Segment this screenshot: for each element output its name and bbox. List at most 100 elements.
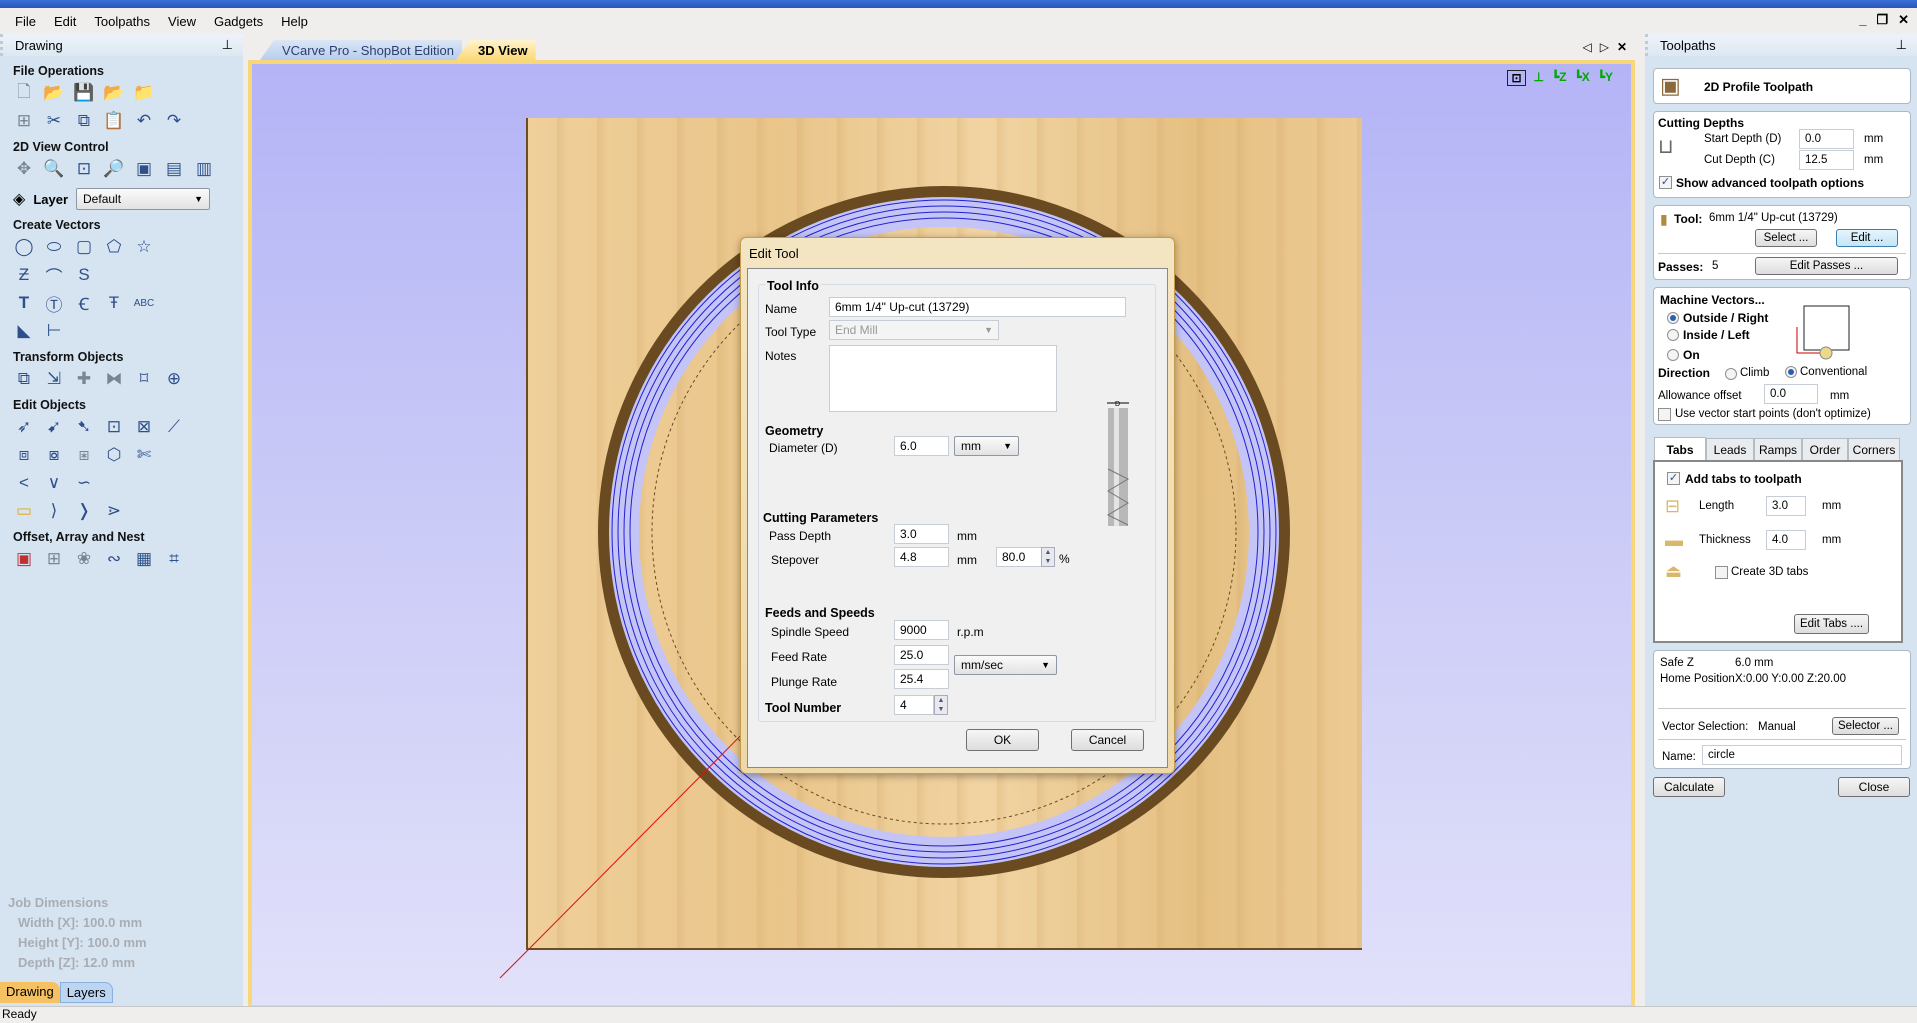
move-icon[interactable]: ⧉ <box>13 368 35 390</box>
toolpath-name-input[interactable]: circle <box>1702 745 1902 765</box>
cut-depth-input[interactable]: 12.5 <box>1799 150 1854 170</box>
use-start-points-checkbox[interactable] <box>1658 408 1671 421</box>
open-folder-icon[interactable]: 📂 <box>43 82 65 104</box>
pin-icon[interactable]: ⊥ <box>1896 37 1907 53</box>
view-2d-icon[interactable]: ▣ <box>133 158 155 180</box>
rectangle-icon[interactable]: ▢ <box>73 236 95 258</box>
rotate-icon[interactable]: ✚ <box>73 368 95 390</box>
save-icon[interactable]: 💾 <box>73 82 95 104</box>
diameter-units-select[interactable]: mm ▼ <box>954 436 1019 456</box>
curve-fit-icon[interactable]: ∽ <box>73 472 95 494</box>
scale-icon[interactable]: ⇲ <box>43 368 65 390</box>
circle-icon[interactable]: ◯ <box>13 236 35 258</box>
diameter-input[interactable]: 6.0 <box>894 436 949 456</box>
notes-textarea[interactable] <box>829 345 1057 412</box>
ok-button[interactable]: OK <box>966 729 1039 751</box>
job-setup-icon[interactable]: ⊞ <box>13 110 35 132</box>
tab-tabs[interactable]: Tabs <box>1654 437 1706 461</box>
stepover-percent-input[interactable]: 80.0 <box>996 547 1042 567</box>
trim-icon[interactable]: ✄ <box>133 444 155 466</box>
measure-icon[interactable]: ⟋ <box>163 416 185 438</box>
offset-icon[interactable]: ▣ <box>13 548 35 570</box>
tbone-icon[interactable]: ⋗ <box>103 500 125 522</box>
radio-outside-right[interactable] <box>1667 312 1679 324</box>
radio-inside-left[interactable] <box>1667 329 1679 341</box>
select-icon[interactable]: ➶ <box>13 416 35 438</box>
copy-along-vector-icon[interactable]: ∾ <box>103 548 125 570</box>
spin-up-icon[interactable]: ▲ <box>938 697 945 704</box>
edit-tool-button[interactable]: Edit ... <box>1836 229 1898 247</box>
circular-array-icon[interactable]: ❀ <box>73 548 95 570</box>
import-icon[interactable]: 📁 <box>133 82 155 104</box>
arc-text-icon[interactable]: ABC <box>133 292 155 314</box>
radio-climb[interactable] <box>1725 368 1737 380</box>
draw-dimension-icon[interactable]: ◣ <box>13 320 35 342</box>
tab-layers[interactable]: Layers <box>59 982 113 1003</box>
curve-icon[interactable]: S <box>73 264 95 286</box>
selector-button[interactable]: Selector ... <box>1832 717 1899 735</box>
prev-tab-icon[interactable]: ◁ <box>1582 40 1591 54</box>
text-icon[interactable]: T <box>13 292 35 314</box>
radio-conventional[interactable] <box>1785 366 1797 378</box>
join-icon[interactable]: ⬡ <box>103 444 125 466</box>
open-recent-icon[interactable]: 📂 <box>103 82 125 104</box>
nesting-icon[interactable]: ⌗ <box>163 548 185 570</box>
menu-gadgets[interactable]: Gadgets <box>205 14 272 29</box>
zoom-extents-icon[interactable]: ⊡ <box>73 158 95 180</box>
node-edit-icon[interactable]: ➹ <box>43 416 65 438</box>
tab-drawing[interactable]: Drawing <box>0 982 60 1003</box>
create-3d-tabs-checkbox[interactable] <box>1715 566 1728 579</box>
paste-icon[interactable]: 📋 <box>103 110 125 132</box>
tool-name-input[interactable]: 6mm 1/4" Up-cut (13729) <box>829 297 1126 317</box>
fillet-icon[interactable]: < <box>13 472 35 494</box>
tab-ramps[interactable]: Ramps <box>1754 438 1802 460</box>
zoom-box-icon[interactable]: 🔍 <box>43 158 65 180</box>
cut-icon[interactable]: ✂ <box>43 110 65 132</box>
ellipse-icon[interactable]: ⬭ <box>43 236 65 258</box>
text-box-icon[interactable]: Ⓣ <box>43 292 65 315</box>
block-copy-icon[interactable]: ▦ <box>133 548 155 570</box>
intersect-icon[interactable]: ⧆ <box>73 444 95 466</box>
subtract-icon[interactable]: ⧇ <box>43 444 65 466</box>
close-icon[interactable]: ✕ <box>1898 12 1909 28</box>
polyline-icon[interactable]: Ƶ <box>13 264 35 286</box>
stepover-input[interactable]: 4.8 <box>894 547 949 567</box>
pin-icon[interactable]: ⊥ <box>222 37 233 53</box>
tool-number-spinner[interactable]: ▲ ▼ <box>934 695 948 715</box>
spin-up-icon[interactable]: ▲ <box>1045 549 1052 556</box>
add-tabs-checkbox[interactable]: ✓ <box>1667 472 1680 485</box>
edit-tabs-button[interactable]: Edit Tabs .... <box>1794 614 1869 634</box>
text-on-curve-icon[interactable]: Ꞓ <box>73 292 95 314</box>
dogbone-icon[interactable]: ❭ <box>73 500 95 522</box>
pan-icon[interactable]: ✥ <box>13 158 35 180</box>
tab-order[interactable]: Order <box>1802 438 1848 460</box>
weld-icon[interactable]: ⧈ <box>13 444 35 466</box>
view-3d-icon[interactable]: ▥ <box>193 158 215 180</box>
stepover-percent-spinner[interactable]: ▲ ▼ <box>1041 547 1055 567</box>
minimize-icon[interactable]: _ <box>1859 12 1866 28</box>
pass-depth-input[interactable]: 3.0 <box>894 524 949 544</box>
menu-file[interactable]: File <box>6 14 45 29</box>
tool-number-input[interactable]: 4 <box>894 695 934 715</box>
corner-icon[interactable]: ⟩ <box>43 500 65 522</box>
tab-length-input[interactable]: 3.0 <box>1766 496 1806 516</box>
menu-toolpaths[interactable]: Toolpaths <box>85 14 159 29</box>
menu-edit[interactable]: Edit <box>45 14 85 29</box>
layer-select[interactable]: Default ▼ <box>76 188 211 210</box>
close-vectors-icon[interactable]: ▭ <box>13 500 35 522</box>
close-button[interactable]: Close <box>1838 777 1910 797</box>
feed-rate-input[interactable]: 25.0 <box>894 645 949 665</box>
smooth-icon[interactable]: ∨ <box>43 472 65 494</box>
distort-icon[interactable]: ⌑ <box>133 368 155 390</box>
show-advanced-checkbox[interactable]: ✓ <box>1659 176 1672 189</box>
tab-2d-view[interactable]: VCarve Pro - ShopBot Edition <box>260 40 462 60</box>
radio-on[interactable] <box>1667 349 1679 361</box>
redo-icon[interactable]: ↷ <box>163 110 185 132</box>
array-icon[interactable]: ⊞ <box>43 548 65 570</box>
group-icon[interactable]: ⊡ <box>103 416 125 438</box>
polygon-icon[interactable]: ⬠ <box>103 236 125 258</box>
star-icon[interactable]: ☆ <box>133 236 155 258</box>
auto-layout-text-icon[interactable]: Ŧ <box>103 292 125 314</box>
spin-down-icon[interactable]: ▼ <box>938 706 945 713</box>
menu-help[interactable]: Help <box>272 14 317 29</box>
